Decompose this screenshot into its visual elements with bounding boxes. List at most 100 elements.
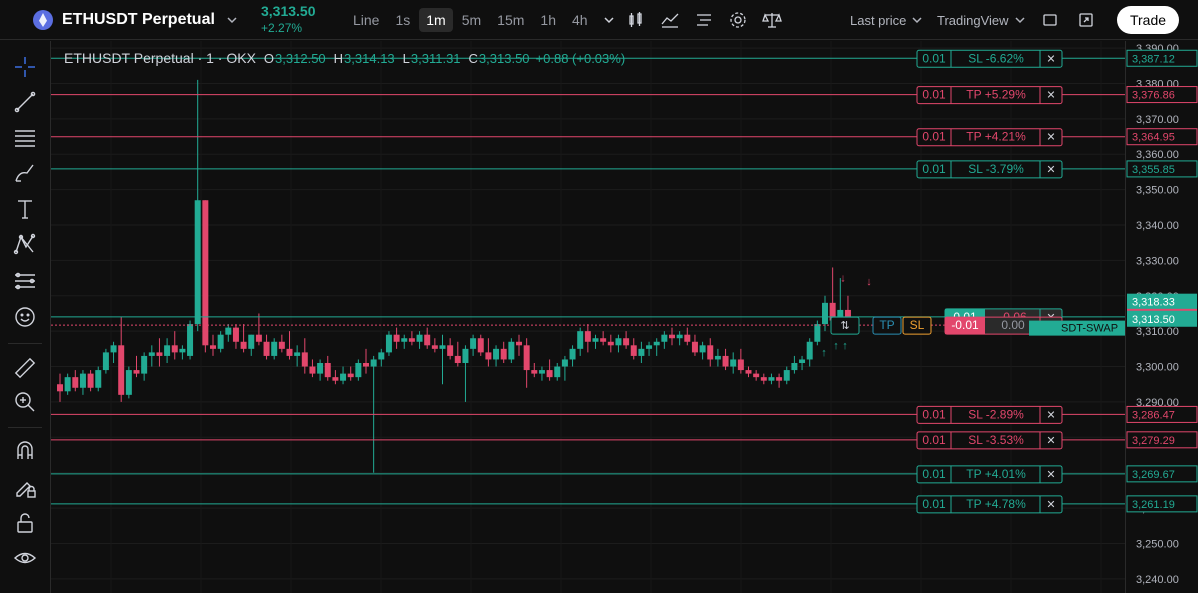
- trade-marker-icon: ↑: [833, 340, 839, 352]
- candle-body: [263, 341, 270, 356]
- candle-body: [745, 370, 752, 374]
- interval-15m[interactable]: 15m: [490, 8, 531, 32]
- price-mode-dropdown[interactable]: Last price: [850, 0, 923, 40]
- indicators-icon[interactable]: [658, 8, 682, 32]
- candle-body: [408, 338, 415, 342]
- last-price: 3,313.50: [261, 3, 316, 19]
- order-price-label: 3,261.19: [1132, 499, 1175, 511]
- candle-body: [760, 377, 767, 381]
- close-order-icon: ✕: [1046, 469, 1055, 481]
- chevron-down-icon: [912, 17, 922, 24]
- candle-body: [102, 352, 109, 371]
- candle-body: [171, 345, 178, 353]
- candle-body: [684, 334, 691, 342]
- candle-body: [676, 334, 683, 339]
- window-icon[interactable]: [1038, 8, 1062, 32]
- pattern-icon[interactable]: [11, 230, 39, 258]
- candle-body: [569, 348, 576, 360]
- candle-body: [630, 345, 637, 356]
- candle-body: [508, 341, 515, 360]
- candle-body: [332, 377, 339, 381]
- prediction-icon[interactable]: [11, 267, 39, 295]
- interval-1s[interactable]: 1s: [388, 8, 417, 32]
- price-tick-label: 3,310.00: [1136, 326, 1179, 338]
- chart-source-label: TradingView: [937, 12, 1009, 28]
- zoom-in-icon[interactable]: [11, 388, 39, 416]
- candle-body: [416, 334, 423, 342]
- top-toolbar: ETHUSDT Perpetual 3,313.50 +2.27% Line 1…: [0, 0, 1198, 40]
- candle-body: [714, 355, 721, 360]
- order-qty: 0.01: [922, 467, 946, 481]
- chevron-down-icon[interactable]: [226, 0, 238, 40]
- compare-scale-icon[interactable]: [760, 8, 784, 32]
- candle-body: [225, 327, 232, 335]
- candle-body: [187, 324, 194, 356]
- order-qty: 0.01: [922, 433, 946, 447]
- crosshair-icon[interactable]: [11, 53, 39, 81]
- swap-label: SDT-SWAP: [1061, 323, 1118, 335]
- order-label: SL -2.89%: [968, 407, 1024, 421]
- trend-line-icon[interactable]: [11, 88, 39, 116]
- interval-1h[interactable]: 1h: [533, 8, 563, 32]
- text-tool-icon[interactable]: [11, 195, 39, 223]
- lock-drawing-icon[interactable]: [11, 473, 39, 501]
- price-tick-label: 3,300.00: [1136, 362, 1179, 374]
- order-qty: 0.01: [922, 130, 946, 144]
- price-axis[interactable]: 3,390.00 3,380.00 3,370.00 3,360.00 3,350.00…: [1125, 41, 1198, 593]
- close-order-icon: ✕: [1046, 90, 1055, 102]
- order-price-label: 3,355.85: [1132, 164, 1175, 176]
- divider: [8, 427, 42, 428]
- interval-line[interactable]: Line: [346, 8, 386, 32]
- legend-close-label: C: [468, 51, 478, 66]
- legend-low-label: L: [402, 51, 410, 66]
- trade-marker-icon: ↓: [840, 273, 846, 285]
- symbol-title[interactable]: ETHUSDT Perpetual: [62, 0, 215, 40]
- emoji-icon[interactable]: [11, 303, 39, 331]
- ruler-icon[interactable]: [11, 354, 39, 382]
- candle-body: [737, 359, 744, 371]
- interval-4h[interactable]: 4h: [565, 8, 595, 32]
- candle-body: [538, 370, 545, 374]
- candle-body: [378, 352, 385, 360]
- legend-change: +0.88 (+0.03%): [535, 51, 626, 66]
- price-tick-label: 3,250.00: [1136, 538, 1179, 550]
- interval-5m[interactable]: 5m: [455, 8, 488, 32]
- price-tick-label: 3,360.00: [1136, 149, 1179, 161]
- brush-icon[interactable]: [11, 159, 39, 187]
- eye-icon[interactable]: [11, 544, 39, 572]
- candle-body: [340, 373, 347, 381]
- candle-body: [561, 359, 568, 367]
- order-price-label: 3,387.12: [1132, 53, 1175, 65]
- interval-chevron-icon[interactable]: [597, 8, 621, 32]
- candle-body: [164, 345, 171, 356]
- trade-marker-icon: ↓: [866, 276, 872, 288]
- candle-body: [393, 334, 400, 342]
- order-price-label: 3,364.95: [1132, 132, 1175, 144]
- chart-source-dropdown[interactable]: TradingView: [937, 0, 1026, 40]
- candle-body: [584, 331, 591, 342]
- candle-body: [255, 334, 262, 342]
- settings-gear-icon[interactable]: [726, 8, 750, 32]
- candle-body: [385, 334, 392, 353]
- fullscreen-icon[interactable]: [1074, 8, 1098, 32]
- fib-retracement-icon[interactable]: [11, 124, 39, 152]
- price-axis-labels: 3,390.003,380.003,370.003,360.003,350.00…: [1126, 43, 1198, 586]
- layout-icon[interactable]: [692, 8, 716, 32]
- candle-body: [347, 373, 354, 378]
- candle-body: [148, 352, 155, 356]
- candles-icon[interactable]: [624, 8, 648, 32]
- order-label: TP +5.29%: [966, 88, 1026, 102]
- trade-button[interactable]: Trade: [1117, 6, 1179, 34]
- magnet-icon[interactable]: [11, 437, 39, 465]
- price-mode-label: Last price: [850, 12, 907, 28]
- divider: [8, 343, 42, 344]
- order-label: TP +4.78%: [966, 497, 1026, 511]
- candle-body: [699, 345, 706, 353]
- candle-body: [646, 345, 653, 349]
- interval-1m[interactable]: 1m: [419, 8, 453, 32]
- lock-icon[interactable]: [11, 509, 39, 537]
- chart-canvas[interactable]: 0.01 SL -6.62% ✕ 0.01 TP +5.29% ✕ 0.01 TP +4.21…: [51, 41, 1125, 593]
- order-qty: 0.01: [922, 162, 946, 176]
- legend-high-label: H: [333, 51, 344, 66]
- price-tick-label: 3,340.00: [1136, 220, 1179, 232]
